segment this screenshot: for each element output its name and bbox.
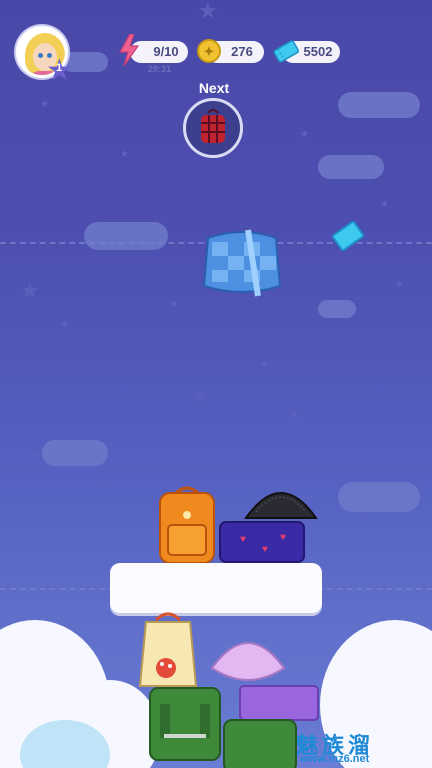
star-decoration: ★ bbox=[260, 359, 269, 370]
blue-checkered-messenger-bag-icon[interactable] bbox=[202, 228, 282, 298]
next-item-preview bbox=[183, 98, 243, 158]
svg-text:✦: ✦ bbox=[204, 44, 215, 59]
lavender-hobo-bag-icon[interactable] bbox=[208, 638, 288, 686]
coin-icon: ✦ bbox=[197, 39, 221, 63]
lightning-icon bbox=[118, 34, 140, 66]
star-decoration: ★ bbox=[190, 383, 210, 408]
star-decoration: ★ bbox=[290, 409, 299, 420]
star-decoration: ★ bbox=[300, 129, 309, 140]
player-level: 1 bbox=[55, 62, 63, 74]
orange-backpack-icon[interactable] bbox=[154, 485, 220, 565]
star-decoration: ★ bbox=[100, 479, 109, 490]
star-decoration: ★ bbox=[20, 278, 40, 303]
energy-timer: 29:31 bbox=[148, 64, 172, 74]
star-decoration: ★ bbox=[170, 299, 179, 310]
star-decoration: ★ bbox=[30, 449, 39, 460]
star-decoration: ★ bbox=[120, 149, 129, 160]
avatar-eye bbox=[38, 53, 43, 58]
watermark-url: www.mz6.net bbox=[300, 753, 370, 765]
cloud-decoration bbox=[318, 155, 384, 179]
svg-text:♥: ♥ bbox=[240, 534, 246, 545]
mushroom-bucket-bag-icon[interactable] bbox=[136, 610, 200, 690]
purple-heart-bag-icon[interactable]: ♥ ♥ ♥ bbox=[218, 518, 306, 564]
cloud-decoration bbox=[338, 482, 420, 512]
star-decoration: ★ bbox=[198, 0, 218, 23]
svg-text:♥: ♥ bbox=[280, 532, 286, 543]
green-backpack-icon[interactable] bbox=[146, 684, 224, 762]
svg-text:♥: ♥ bbox=[262, 544, 268, 555]
ticket-icon bbox=[273, 40, 300, 63]
cloud-decoration bbox=[84, 222, 168, 250]
next-label: Next bbox=[198, 80, 230, 96]
stack-platform bbox=[110, 563, 322, 613]
star-decoration: ★ bbox=[40, 99, 49, 110]
ticket-pickup-icon[interactable] bbox=[330, 219, 366, 253]
star-decoration: ★ bbox=[395, 279, 404, 290]
game-stage[interactable]: ★ ★ ★ ★ ★ ★ ★ ★ ★ ★ ★ ★ ★ ★ ★ ★ 1 9/10 2… bbox=[0, 0, 432, 768]
cloud-decoration bbox=[42, 440, 108, 466]
star-decoration: ★ bbox=[380, 199, 389, 210]
plaid-backpack-icon bbox=[201, 109, 225, 143]
purple-handbag-icon[interactable] bbox=[238, 682, 320, 722]
green-backpack-icon[interactable] bbox=[222, 718, 298, 768]
cloud-decoration bbox=[318, 300, 356, 318]
star-decoration: ★ bbox=[60, 319, 69, 330]
cloud-decoration bbox=[338, 92, 420, 118]
